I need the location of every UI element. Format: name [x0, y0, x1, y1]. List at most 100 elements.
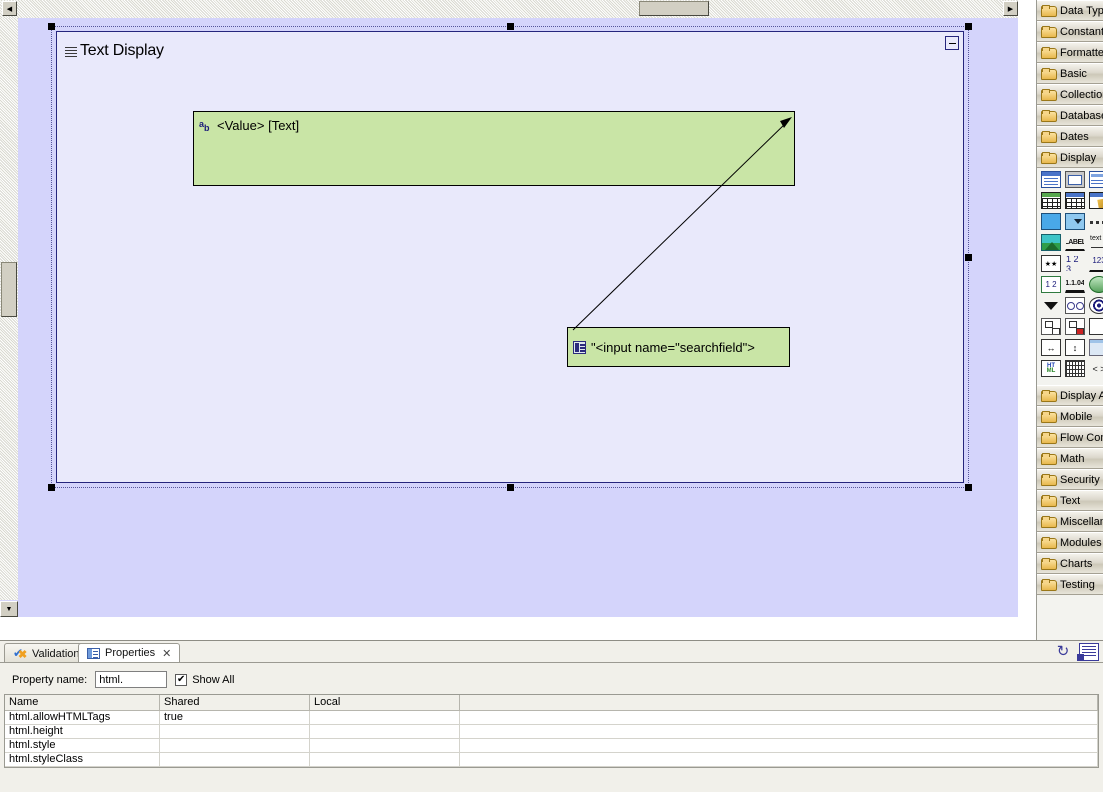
table-row[interactable]: html.styleClass [5, 753, 1098, 767]
canvas-scroll-right-button[interactable]: ▶ [1003, 1, 1018, 16]
form-editor-canvas[interactable]: Text Display ab <Value> [Text] "<input n… [0, 0, 1018, 617]
palette-group-mobile[interactable]: Mobile [1037, 406, 1103, 427]
canvas-vscroll-thumb[interactable] [1, 262, 17, 317]
cell-local[interactable] [310, 711, 460, 725]
palette-group-modules[interactable]: Modules [1037, 532, 1103, 553]
palette-group-security[interactable]: Security [1037, 469, 1103, 490]
close-icon[interactable]: ✕ [162, 647, 171, 660]
palette-group-label: Testing [1060, 578, 1095, 591]
radio-group-icon[interactable]: ★★ [1041, 255, 1061, 272]
cell-shared[interactable]: true [160, 711, 310, 725]
folder-icon [1041, 5, 1057, 17]
cell-shared[interactable] [160, 725, 310, 739]
checkbox-box[interactable]: ✔ [175, 673, 188, 686]
palette-group-dates[interactable]: Dates [1037, 126, 1103, 147]
table-row[interactable]: html.height [5, 725, 1098, 739]
tab-validation[interactable]: ✔ ✖ Validation [4, 643, 89, 663]
palette-group-display-advanced[interactable]: Display A [1037, 385, 1103, 406]
text-value-widget[interactable]: ab <Value> [Text] [193, 111, 795, 186]
palette-group-flow-control[interactable]: Flow Con [1037, 427, 1103, 448]
calendar-widget-icon[interactable] [1041, 171, 1061, 188]
selection-handle-bottom-center[interactable] [507, 484, 514, 491]
page-title: Text Display [65, 42, 164, 60]
palette-group-database[interactable]: Database [1037, 105, 1103, 126]
column-header-name[interactable]: Name [5, 695, 160, 711]
show-all-checkbox[interactable]: ✔ Show All [175, 673, 234, 686]
tab-properties[interactable]: Properties ✕ [78, 643, 181, 663]
image-icon[interactable] [1041, 234, 1061, 251]
number-spinner-icon[interactable]: 1 2 3 [1065, 255, 1085, 272]
palette-group-label: Math [1060, 452, 1085, 465]
version-number-icon[interactable]: 1.1.04 [1065, 276, 1085, 293]
palette-group-display[interactable]: Display [1037, 147, 1103, 168]
eyeglass-icon[interactable] [1065, 297, 1085, 314]
palette-group-charts[interactable]: Charts [1037, 553, 1103, 574]
canvas-hscroll-thumb[interactable] [639, 1, 709, 16]
data-grid-green-icon[interactable] [1041, 192, 1061, 209]
dropdown-arrow-icon[interactable] [1041, 297, 1061, 314]
cell-local[interactable] [310, 725, 460, 739]
number-format-icon[interactable]: 123 [1089, 255, 1103, 272]
cell-name: html.styleClass [5, 753, 160, 767]
palette-group-collections[interactable]: Collection [1037, 84, 1103, 105]
palette-group-math[interactable]: Math [1037, 448, 1103, 469]
text-block-icon[interactable]: text [1089, 234, 1103, 251]
palette-group-constants[interactable]: Constant [1037, 21, 1103, 42]
label-icon[interactable]: LABEL [1065, 234, 1085, 251]
selection-handle-bottom-right[interactable] [965, 484, 972, 491]
selection-handle-middle-right[interactable] [965, 254, 972, 261]
palette-group-text[interactable]: Text [1037, 490, 1103, 511]
horizontal-resize-icon[interactable]: ↔ [1041, 339, 1061, 356]
html-icon[interactable]: HT ML [1041, 360, 1061, 377]
palette-group-label: Flow Con [1060, 431, 1103, 444]
dialog-window-icon[interactable] [1065, 171, 1085, 188]
palette-group-formatters[interactable]: Formatte [1037, 42, 1103, 63]
numeric-pair-icon[interactable]: 1 2 [1041, 276, 1061, 293]
combo-box-icon[interactable] [1065, 213, 1085, 230]
cell-local[interactable] [310, 739, 460, 753]
progress-bar-icon[interactable] [1041, 213, 1061, 230]
html-snippet-widget[interactable]: "<input name="searchfield"> [567, 327, 790, 367]
tree-add-icon[interactable] [1041, 318, 1061, 335]
selection-handle-top-right[interactable] [965, 23, 972, 30]
canvas-scroll-down-button[interactable]: ▼ [0, 601, 18, 617]
palette-group-basic[interactable]: Basic [1037, 63, 1103, 84]
column-header-shared[interactable]: Shared [160, 695, 310, 711]
palette-group-testing[interactable]: Testing [1037, 574, 1103, 595]
properties-table[interactable]: Name Shared Local html.allowHTMLTags tru… [4, 694, 1099, 768]
table-row[interactable]: html.style [5, 739, 1098, 753]
clock-icon[interactable] [1089, 276, 1103, 293]
column-header-extra[interactable] [460, 695, 1098, 711]
rectangle-icon[interactable] [1089, 318, 1103, 335]
title-bar-icon[interactable] [1089, 171, 1103, 188]
form-container[interactable]: Text Display ab <Value> [Text] "<input n… [56, 31, 964, 483]
keyboard-icon[interactable] [1065, 360, 1085, 377]
palette-group-data-types[interactable]: Data Typ [1037, 0, 1103, 21]
show-sheet-button[interactable] [1077, 643, 1099, 661]
canvas-scroll-left-button[interactable]: ◀ [2, 1, 17, 16]
property-name-input[interactable] [95, 671, 168, 688]
column-header-local[interactable]: Local [310, 695, 460, 711]
selection-handle-top-center[interactable] [507, 23, 514, 30]
target-icon[interactable] [1089, 297, 1103, 314]
canvas-horizontal-scrollbar[interactable]: ◀ ▶ [0, 0, 1018, 635]
vertical-split-icon[interactable]: ↕ [1065, 339, 1085, 356]
code-tags-icon[interactable]: < > [1089, 360, 1103, 377]
table-row[interactable]: html.allowHTMLTags true [5, 711, 1098, 725]
panel-icon[interactable] [1089, 339, 1103, 356]
data-grid-blue-icon[interactable] [1065, 192, 1085, 209]
palette-group-miscellaneous[interactable]: Miscellane [1037, 511, 1103, 532]
dashed-line-icon[interactable] [1089, 213, 1103, 230]
palette-display-icon-grid[interactable]: LABEL text ★★ 1 2 3 123 1 2 1.1.04 [1037, 168, 1103, 385]
data-grid-edit-icon[interactable] [1089, 192, 1103, 209]
cell-local[interactable] [310, 753, 460, 767]
canvas-vertical-scrollbar[interactable]: ▼ [0, 0, 18, 617]
toolbox-palette[interactable]: Data Typ Constant Formatte Basic Collect… [1036, 0, 1103, 640]
selection-handle-bottom-left[interactable] [48, 484, 55, 491]
cell-shared[interactable] [160, 753, 310, 767]
selection-handle-top-left[interactable] [48, 23, 55, 30]
tree-remove-icon[interactable] [1065, 318, 1085, 335]
refresh-button[interactable]: ↻ [1053, 643, 1073, 661]
collapse-region-button[interactable] [945, 36, 959, 50]
cell-shared[interactable] [160, 739, 310, 753]
